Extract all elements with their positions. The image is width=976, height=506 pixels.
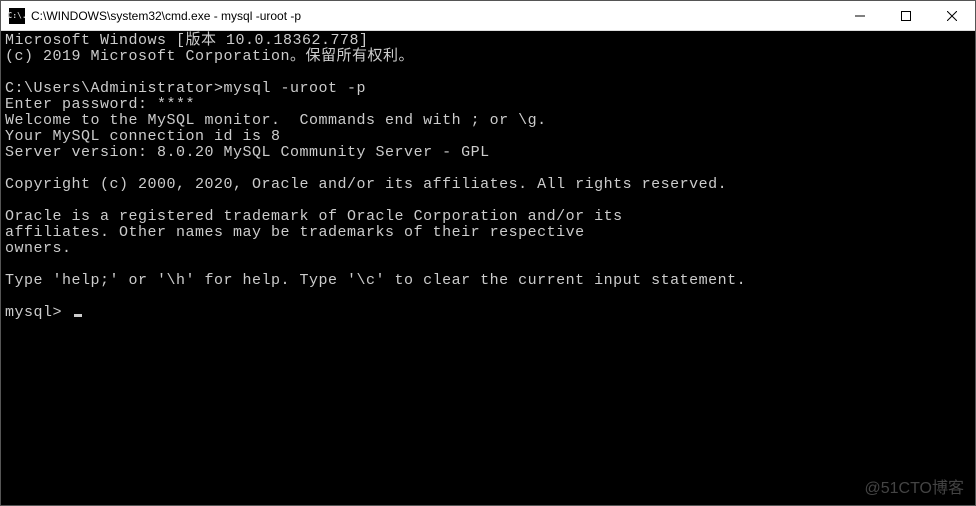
terminal-line: Copyright (c) 2000, 2020, Oracle and/or … bbox=[5, 176, 727, 193]
terminal-line: Server version: 8.0.20 MySQL Community S… bbox=[5, 144, 490, 161]
terminal-body[interactable]: Microsoft Windows [版本 10.0.18362.778] (c… bbox=[1, 31, 975, 505]
terminal-line: C:\Users\Administrator>mysql -uroot -p bbox=[5, 80, 366, 97]
minimize-button[interactable] bbox=[837, 1, 883, 30]
terminal-line: Oracle is a registered trademark of Orac… bbox=[5, 208, 623, 225]
terminal-line: Type 'help;' or '\h' for help. Type '\c'… bbox=[5, 272, 746, 289]
maximize-button[interactable] bbox=[883, 1, 929, 30]
terminal-line: Microsoft Windows [版本 10.0.18362.778] bbox=[5, 32, 369, 49]
cmd-icon: C:\. bbox=[9, 8, 25, 24]
window-title: C:\WINDOWS\system32\cmd.exe - mysql -uro… bbox=[31, 9, 837, 23]
terminal-line: mysql> bbox=[5, 304, 72, 321]
titlebar[interactable]: C:\. C:\WINDOWS\system32\cmd.exe - mysql… bbox=[1, 1, 975, 31]
watermark: @51CTO博客 bbox=[864, 474, 964, 498]
terminal-line: affiliates. Other names may be trademark… bbox=[5, 224, 585, 241]
close-button[interactable] bbox=[929, 1, 975, 30]
terminal-line: Enter password: **** bbox=[5, 96, 195, 113]
terminal-line: (c) 2019 Microsoft Corporation。保留所有权利。 bbox=[5, 48, 414, 65]
terminal-line: Welcome to the MySQL monitor. Commands e… bbox=[5, 112, 547, 129]
cursor bbox=[74, 314, 82, 317]
terminal-line: owners. bbox=[5, 240, 72, 257]
cmd-window: C:\. C:\WINDOWS\system32\cmd.exe - mysql… bbox=[0, 0, 976, 506]
window-controls bbox=[837, 1, 975, 30]
terminal-line: Your MySQL connection id is 8 bbox=[5, 128, 281, 145]
